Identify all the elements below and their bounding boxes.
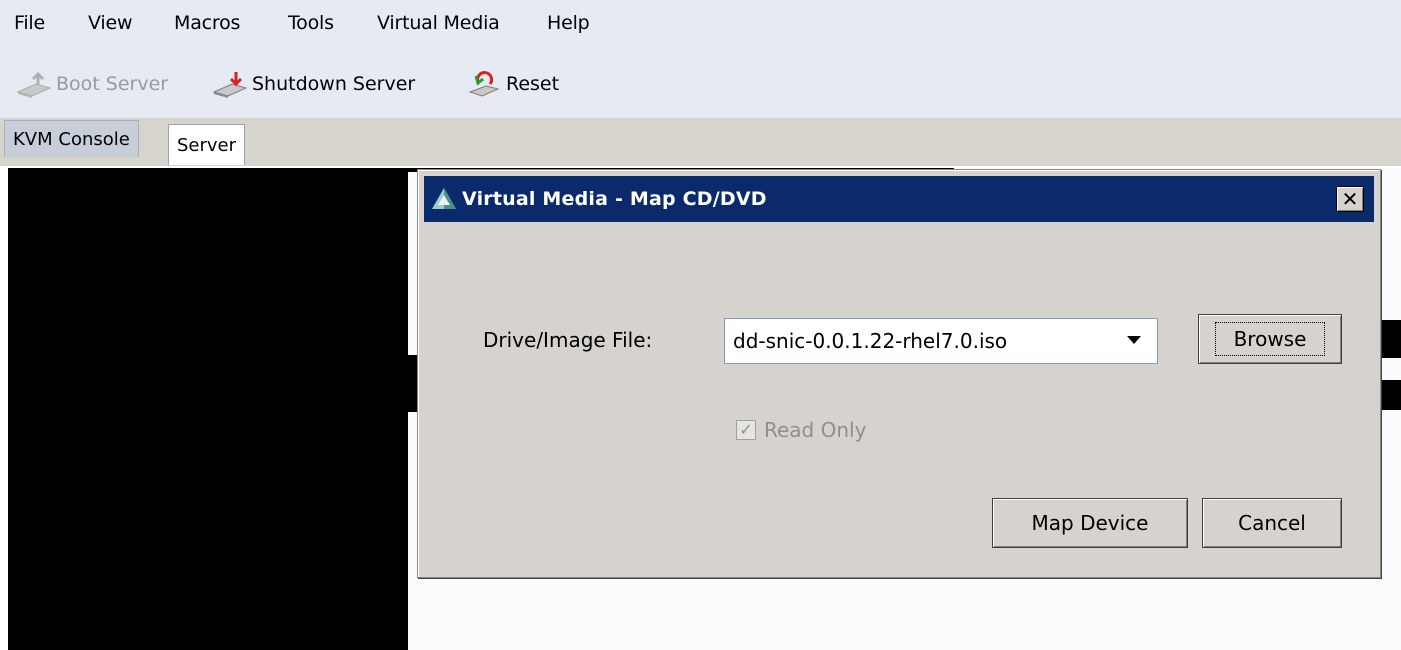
reset-button[interactable]: Reset xyxy=(466,70,559,98)
boot-server-label: Boot Server xyxy=(56,73,169,95)
console-text-fragment xyxy=(1380,320,1401,358)
dropdown-arrow-icon[interactable] xyxy=(1111,319,1157,363)
read-only-label: Read Only xyxy=(764,418,867,442)
tab-kvm-console[interactable]: KVM Console xyxy=(4,120,139,157)
toolbar: Boot Server Shutdown Server Reset xyxy=(0,46,1401,118)
read-only-checkbox[interactable]: ✓ Read Only xyxy=(736,418,866,442)
drive-image-combobox[interactable]: dd-snic-0.0.1.22-rhel7.0.iso xyxy=(724,318,1158,364)
drive-image-value: dd-snic-0.0.1.22-rhel7.0.iso xyxy=(733,329,1008,353)
close-button[interactable]: ✕ xyxy=(1336,186,1364,212)
boot-server-button[interactable]: Boot Server xyxy=(16,70,168,98)
kvm-console-screen[interactable] xyxy=(8,168,408,650)
tab-server[interactable]: Server xyxy=(168,124,246,165)
reset-label: Reset xyxy=(506,73,560,95)
virtual-media-icon xyxy=(430,185,458,213)
reset-icon xyxy=(466,70,502,98)
shutdown-server-button[interactable]: Shutdown Server xyxy=(212,70,415,98)
drive-image-label: Drive/Image File: xyxy=(483,328,653,352)
shutdown-server-label: Shutdown Server xyxy=(252,73,416,95)
close-icon: ✕ xyxy=(1341,187,1359,211)
menu-macros[interactable]: Macros xyxy=(174,12,240,34)
map-device-button[interactable]: Map Device xyxy=(992,498,1188,548)
menu-help[interactable]: Help xyxy=(547,12,590,34)
shutdown-server-icon xyxy=(212,70,248,98)
menu-tools[interactable]: Tools xyxy=(288,12,334,34)
boot-server-icon xyxy=(16,70,52,98)
menu-view[interactable]: View xyxy=(88,12,132,34)
menu-virtual-media[interactable]: Virtual Media xyxy=(377,12,500,34)
browse-button[interactable]: Browse xyxy=(1198,314,1342,364)
map-cd-dvd-dialog: Virtual Media - Map CD/DVD ✕ Drive/Image… xyxy=(417,169,1381,578)
dialog-title: Virtual Media - Map CD/DVD xyxy=(462,188,767,210)
checkbox-checked-icon: ✓ xyxy=(736,420,756,440)
dialog-title-bar[interactable]: Virtual Media - Map CD/DVD ✕ xyxy=(424,176,1374,222)
console-text-fragment xyxy=(1380,380,1401,410)
cancel-button[interactable]: Cancel xyxy=(1202,498,1342,548)
menu-file[interactable]: File xyxy=(14,12,45,34)
menu-bar: File View Macros Tools Virtual Media Hel… xyxy=(0,0,1401,46)
